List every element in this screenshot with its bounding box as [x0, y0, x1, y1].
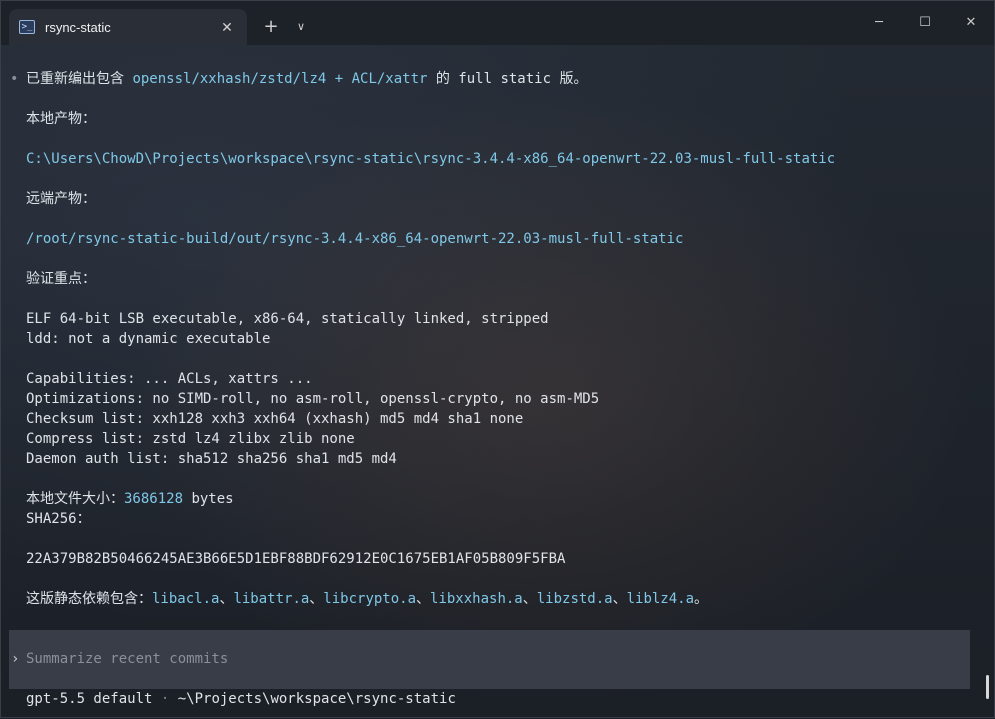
sha-label: SHA256： [26, 511, 91, 527]
chevron-down-icon[interactable]: ∨ [287, 13, 315, 39]
cwd-label: ~\Projects\workspace\rsync-static [177, 691, 456, 707]
summary-line: 已重新编出包含 openssl/xxhash/zstd/lz4 + ACL/xa… [26, 71, 588, 87]
checksum-line: Checksum list: xxh128 xxh3 xxh64 (xxhash… [26, 411, 524, 427]
model-label: gpt-5.5 default [26, 691, 153, 707]
elf-line: ELF 64-bit LSB executable, x86-64, stati… [26, 311, 549, 327]
compress-line: Compress list: zstd lz4 zlibx zlib none [26, 431, 355, 447]
local-path: C:\Users\ChowD\Projects\workspace\rsync-… [26, 151, 836, 167]
scrollbar[interactable] [986, 675, 989, 699]
optimizations-line: Optimizations: no SIMD-roll, no asm-roll… [26, 391, 600, 407]
remote-path: /root/rsync-static-build/out/rsync-3.4.4… [26, 231, 684, 247]
maximize-button[interactable]: ☐ [902, 7, 948, 37]
remote-label: 远端产物： [26, 191, 96, 207]
ldd-line: ldd: not a dynamic executable [26, 331, 271, 347]
deps-line: 这版静态依赖包含：libacl.a、libattr.a、libcrypto.a、… [26, 591, 709, 607]
local-label: 本地产物： [26, 111, 96, 127]
tab-close-icon[interactable]: ✕ [213, 13, 241, 41]
powershell-icon: >_ [19, 20, 35, 34]
status-line: gpt-5.5 default · ~\Projects\workspace\r… [26, 691, 456, 707]
tab-rsync-static[interactable]: >_ rsync-static ✕ [9, 9, 247, 45]
sha-value: 22A379B82B50466245AE3B66E5D1EBF88BDF6291… [26, 551, 566, 567]
size-line: 本地文件大小：3686128 bytes [26, 491, 234, 507]
title-bar: >_ rsync-static ✕ + ∨ ─ ☐ ✕ [1, 1, 994, 45]
bullet-icon: • [10, 71, 19, 87]
daemon-line: Daemon auth list: sha512 sha256 sha1 md5… [26, 451, 397, 467]
new-tab-button[interactable]: + [257, 13, 285, 39]
verify-label: 验证重点： [26, 271, 96, 287]
terminal-window: >_ rsync-static ✕ + ∨ ─ ☐ ✕ • 已重新编出包含 op… [0, 0, 995, 718]
close-button[interactable]: ✕ [948, 7, 994, 37]
capabilities-line: Capabilities: ... ACLs, xattrs ... [26, 371, 313, 387]
prompt-input[interactable] [26, 649, 956, 669]
prompt-chevron-icon: › [11, 651, 20, 667]
minimize-button[interactable]: ─ [856, 7, 902, 37]
tab-title: rsync-static [45, 19, 111, 35]
terminal-output: • 已重新编出包含 openssl/xxhash/zstd/lz4 + ACL/… [1, 45, 994, 719]
